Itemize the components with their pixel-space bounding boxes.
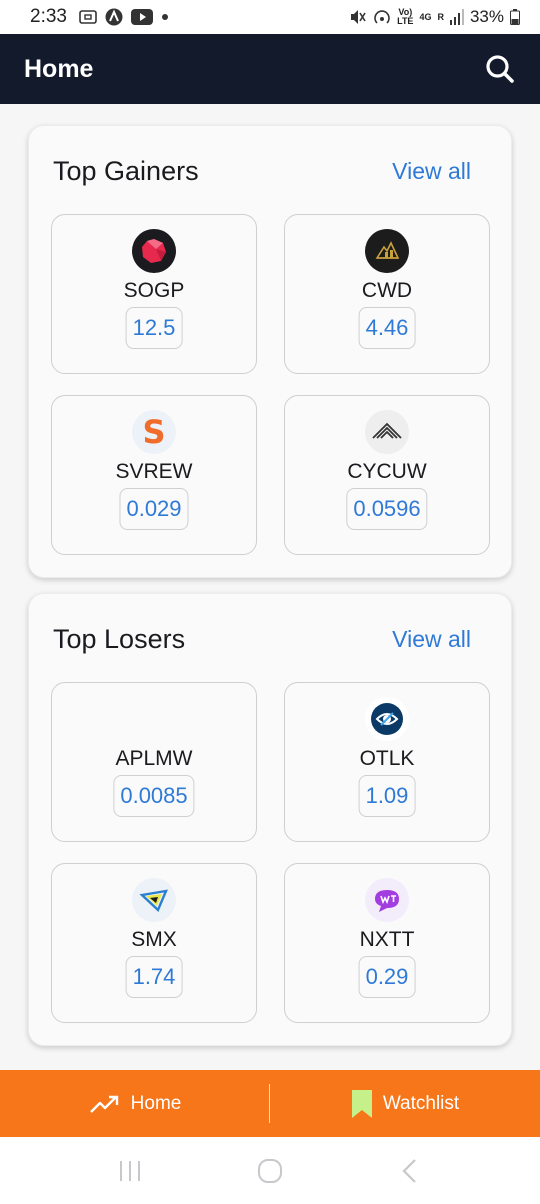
stock-card-cwd[interactable]: CWD 4.46	[284, 214, 490, 374]
smx-logo-icon	[132, 878, 176, 922]
stock-price: 12.5	[125, 307, 183, 349]
battery-text: 33%	[469, 7, 504, 26]
signal-icon	[449, 9, 464, 25]
roaming-indicator: R	[437, 11, 444, 22]
system-nav-bar	[0, 1137, 540, 1204]
stock-card-nxtt[interactable]: NXTT 0.29	[284, 863, 490, 1023]
search-button[interactable]	[484, 53, 516, 85]
stock-card-sogp[interactable]: SOGP 12.5	[51, 214, 257, 374]
bottom-nav: Home Watchlist	[0, 1070, 540, 1137]
cycuw-logo-icon	[365, 410, 409, 454]
stock-symbol: APLMW	[115, 747, 193, 770]
youtube-icon	[130, 9, 153, 25]
stock-card-smx[interactable]: SMX 1.74	[51, 863, 257, 1023]
search-icon	[486, 55, 514, 83]
top-gainers-title: Top Gainers	[53, 156, 199, 186]
app-notification-icon	[105, 8, 123, 26]
top-losers-view-all-link[interactable]: View all	[392, 626, 471, 653]
nav-home-label: Home	[130, 1092, 182, 1114]
otlk-logo-icon	[365, 697, 409, 741]
cwd-logo-icon	[365, 229, 409, 273]
recents-icon	[120, 1160, 140, 1181]
svrew-logo-icon: S	[132, 410, 176, 454]
stock-price: 1.09	[358, 775, 416, 817]
notification-dot-icon	[161, 13, 169, 21]
status-time: 2:33	[30, 6, 67, 27]
stock-card-cycuw[interactable]: CYCUW 0.0596	[284, 395, 490, 555]
hotspot-icon	[373, 8, 391, 26]
stock-symbol: NXTT	[359, 928, 415, 951]
sogp-logo-icon	[132, 229, 176, 273]
mute-icon	[349, 8, 367, 26]
network-type: 4G	[419, 11, 432, 22]
back-button[interactable]	[390, 1151, 430, 1191]
stock-price: 1.74	[125, 956, 183, 998]
volte-bottom: LTE	[397, 16, 414, 26]
stock-price: 0.029	[119, 488, 189, 530]
nav-divider	[269, 1084, 270, 1123]
stock-card-aplmw[interactable]: APLMW 0.0085	[51, 682, 257, 842]
stock-price: 4.46	[358, 307, 416, 349]
nxtt-logo-icon	[365, 878, 409, 922]
top-losers-title: Top Losers	[53, 624, 186, 654]
home-circle-icon	[258, 1158, 282, 1183]
screenshot-icon	[79, 9, 97, 25]
page-title: Home	[24, 54, 94, 83]
trending-up-icon	[89, 1095, 118, 1113]
nav-home-button[interactable]: Home	[0, 1070, 270, 1137]
stock-symbol: CYCUW	[347, 460, 427, 483]
app-bar: Home	[0, 34, 540, 104]
stock-card-otlk[interactable]: OTLK 1.09	[284, 682, 490, 842]
stock-symbol: SVREW	[115, 460, 193, 483]
status-bar: 2:33 Vo) LTE 4G R 33%	[0, 0, 540, 34]
back-icon	[402, 1158, 416, 1183]
stock-price: 0.29	[358, 956, 416, 998]
stock-price: 0.0085	[113, 775, 195, 817]
home-system-button[interactable]	[250, 1151, 290, 1191]
recents-button[interactable]	[110, 1151, 150, 1191]
top-gainers-section: Top Gainers View all SOGP 12.5 CWD 4.46 …	[28, 125, 512, 578]
top-losers-section: Top Losers View all APLMW 0.0085 OTLK 1.…	[28, 593, 512, 1046]
nav-watchlist-label: Watchlist	[382, 1092, 460, 1114]
stock-symbol: OTLK	[359, 747, 415, 770]
stock-card-svrew[interactable]: S SVREW 0.029	[51, 395, 257, 555]
stock-symbol: SMX	[131, 928, 177, 951]
stock-price: 0.0596	[346, 488, 428, 530]
stock-symbol: CWD	[361, 279, 413, 302]
battery-icon	[510, 9, 520, 25]
stock-symbol: SOGP	[123, 279, 185, 302]
volte-indicator: Vo) LTE	[397, 8, 413, 26]
bookmark-icon	[351, 1089, 372, 1118]
nav-watchlist-button[interactable]: Watchlist	[270, 1070, 540, 1137]
top-gainers-view-all-link[interactable]: View all	[392, 158, 471, 185]
